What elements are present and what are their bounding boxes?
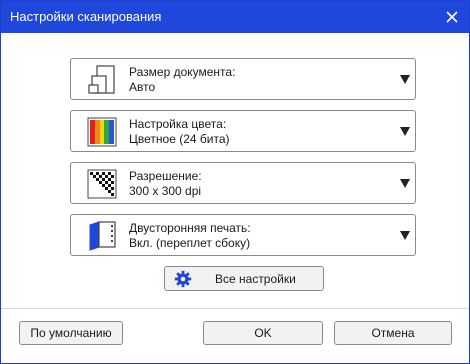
resolution-icon (87, 169, 117, 199)
resolution-value: 300 x 300 dpi (129, 184, 202, 198)
color-setting-label: Настройка цвета: (129, 117, 227, 131)
all-settings-label: Все настройки (215, 272, 296, 286)
color-setting-dropdown[interactable]: Настройка цвета: Цветное (24 бита) (70, 110, 416, 152)
duplex-value: Вкл. (переплет сбоку) (129, 236, 251, 250)
chevron-down-icon (400, 127, 410, 136)
color-bars-icon (87, 117, 117, 147)
title-bar: Настройки сканирования (1, 1, 469, 33)
chevron-down-icon (400, 75, 410, 84)
color-setting-value: Цветное (24 бита) (129, 132, 230, 146)
close-icon (446, 11, 458, 23)
duplex-dropdown[interactable]: Двусторонняя печать: Вкл. (переплет сбок… (70, 214, 416, 256)
document-size-value: Авто (129, 80, 156, 94)
ok-button[interactable]: OK (203, 321, 323, 345)
resolution-dropdown[interactable]: Разрешение: 300 x 300 dpi (70, 162, 416, 204)
chevron-down-icon (400, 231, 410, 240)
document-size-dropdown[interactable]: Размер документа: Авто (70, 58, 416, 100)
default-button[interactable]: По умолчанию (19, 321, 123, 345)
document-size-icon (88, 65, 115, 94)
close-button[interactable] (439, 4, 465, 30)
all-settings-button[interactable]: Все настройки (164, 266, 324, 291)
cancel-button[interactable]: Отмена (334, 321, 452, 345)
resolution-label: Разрешение: (129, 169, 202, 183)
dialog-body: Размер документа: Авто Настройка цвета: … (1, 33, 469, 363)
gear-icon (174, 270, 192, 288)
duplex-label: Двусторонняя печать: (129, 221, 251, 235)
chevron-down-icon (400, 179, 410, 188)
duplex-book-icon (89, 221, 116, 251)
footer-divider (1, 308, 469, 309)
scan-settings-dialog: Настройки сканирования Размер документа:… (0, 0, 470, 364)
window-title: Настройки сканирования (10, 9, 162, 24)
document-size-label: Размер документа: (129, 65, 236, 79)
